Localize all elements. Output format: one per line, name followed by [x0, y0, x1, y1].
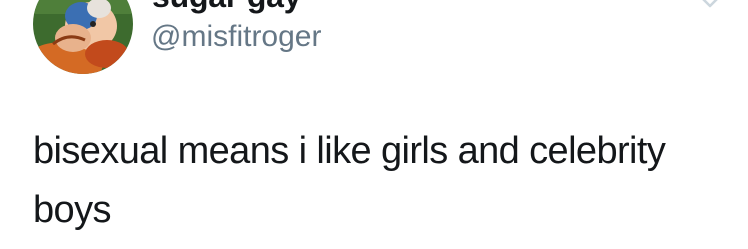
chevron-down-icon[interactable]	[694, 0, 726, 18]
cartoon-avatar-icon	[33, 0, 133, 74]
avatar[interactable]	[33, 0, 133, 74]
tweet-text: bisexual means i like girls and celebrit…	[33, 130, 666, 231]
user-handle[interactable]: @misfitroger	[151, 19, 321, 55]
tweet-card: sugar gay @misfitroger bisexual means i …	[0, 0, 748, 249]
display-name[interactable]: sugar gay	[152, 0, 302, 16]
